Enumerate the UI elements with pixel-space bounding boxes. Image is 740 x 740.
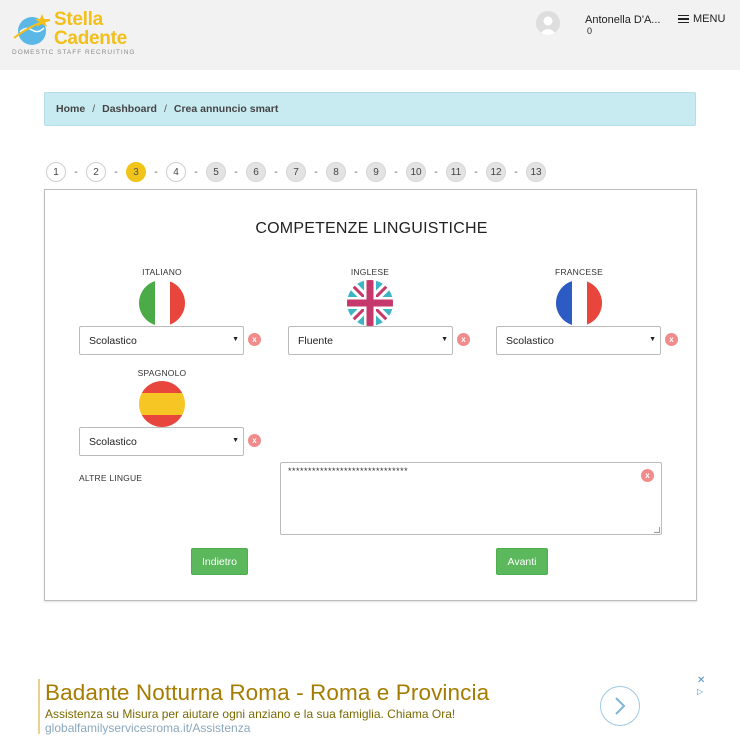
resize-grip-icon[interactable] (654, 527, 660, 533)
step-separator: - (354, 166, 358, 178)
breadcrumb: Home / Dashboard / Crea annuncio smart (44, 92, 696, 126)
logo[interactable]: Stella Cadente DOMESTIC STAFF RECRUITING (10, 8, 140, 60)
language-label-spanish: SPAGNOLO (137, 368, 187, 378)
step-5[interactable]: 5 (206, 162, 226, 182)
step-8[interactable]: 8 (326, 162, 346, 182)
step-13[interactable]: 13 (526, 162, 546, 182)
user-name[interactable]: Antonella D'A... (585, 14, 660, 26)
clear-english-button[interactable]: x (457, 333, 470, 346)
clear-other-languages-button[interactable]: x (641, 469, 654, 482)
dropdown-caret-icon: ▼ (232, 336, 239, 343)
step-1[interactable]: 1 (46, 162, 66, 182)
uk-flag-icon (347, 280, 393, 326)
step-4[interactable]: 4 (166, 162, 186, 182)
menu-label: MENU (693, 13, 726, 25)
ad-accent-line (38, 679, 40, 734)
language-skills-card: COMPETENZE LINGUISTICHE ITALIANO Scolast… (44, 189, 697, 601)
step-separator: - (74, 166, 78, 178)
advertisement-banner[interactable]: Badante Notturna Roma - Roma e Provincia… (36, 676, 716, 740)
step-separator: - (394, 166, 398, 178)
italian-level-select[interactable]: Scolastico ▼ (79, 326, 244, 355)
italy-flag-icon (139, 280, 185, 326)
step-separator: - (434, 166, 438, 178)
france-flag-icon (556, 280, 602, 326)
english-level-value: Fluente (298, 334, 334, 347)
breadcrumb-dashboard[interactable]: Dashboard (102, 103, 157, 115)
logo-line1: Stella (54, 9, 103, 30)
chevron-right-icon (615, 697, 626, 715)
step-6[interactable]: 6 (246, 162, 266, 182)
breadcrumb-separator: / (92, 103, 96, 115)
page-title: COMPETENZE LINGUISTICHE (255, 220, 488, 237)
step-separator: - (234, 166, 238, 178)
other-languages-textarea[interactable]: ****************************** (280, 462, 662, 535)
step-separator: - (154, 166, 158, 178)
wizard-steps: 1 - 2 - 3 - 4 - 5 - 6 - 7 - 8 - 9 - 10 -… (46, 162, 546, 182)
back-button[interactable]: Indietro (191, 548, 248, 575)
spanish-level-value: Scolastico (89, 435, 137, 448)
language-label-french: FRANCESE (555, 267, 603, 277)
clear-french-button[interactable]: x (665, 333, 678, 346)
dropdown-caret-icon: ▼ (441, 336, 448, 343)
step-3-current[interactable]: 3 (126, 162, 146, 182)
site-header: Stella Cadente DOMESTIC STAFF RECRUITING… (0, 0, 740, 70)
logo-tagline: DOMESTIC STAFF RECRUITING (12, 49, 136, 56)
logo-line2: Cadente (54, 28, 127, 49)
step-separator: - (114, 166, 118, 178)
ad-info-icon[interactable]: ▷ (697, 687, 707, 697)
french-level-value: Scolastico (506, 334, 554, 347)
step-12[interactable]: 12 (486, 162, 506, 182)
breadcrumb-current: Crea annuncio smart (173, 103, 279, 115)
step-separator: - (194, 166, 198, 178)
language-label-english: INGLESE (350, 267, 390, 277)
step-separator: - (514, 166, 518, 178)
english-level-select[interactable]: Fluente ▼ (288, 326, 453, 355)
ad-arrow-button[interactable] (600, 686, 640, 726)
other-languages-value: ****************************** (288, 466, 409, 476)
language-label-italian: ITALIANO (142, 267, 182, 277)
step-7[interactable]: 7 (286, 162, 306, 182)
step-11[interactable]: 11 (446, 162, 466, 182)
clear-italian-button[interactable]: x (248, 333, 261, 346)
step-separator: - (314, 166, 318, 178)
step-separator: - (474, 166, 478, 178)
logo-text: Stella Cadente (54, 10, 127, 48)
globe-star-logo-icon (13, 14, 51, 45)
hamburger-icon (678, 14, 689, 24)
breadcrumb-separator: / (163, 103, 167, 115)
step-separator: - (274, 166, 278, 178)
ad-title[interactable]: Badante Notturna Roma - Roma e Provincia (45, 680, 489, 706)
french-level-select[interactable]: Scolastico ▼ (496, 326, 661, 355)
spanish-level-select[interactable]: Scolastico ▼ (79, 427, 244, 456)
dropdown-caret-icon: ▼ (232, 437, 239, 444)
italian-level-value: Scolastico (89, 334, 137, 347)
dropdown-caret-icon: ▼ (649, 336, 656, 343)
step-9[interactable]: 9 (366, 162, 386, 182)
menu-button[interactable]: MENU (678, 13, 725, 25)
step-10[interactable]: 10 (406, 162, 426, 182)
ad-close-icon[interactable]: ✕ (697, 676, 707, 686)
spain-flag-icon (139, 381, 185, 427)
breadcrumb-home[interactable]: Home (56, 103, 85, 115)
other-languages-label: ALTRE LINGUE (79, 473, 143, 483)
ad-url[interactable]: globalfamilyservicesroma.it/Assistenza (45, 721, 250, 735)
user-silhouette-icon (539, 16, 557, 35)
ad-description: Assistenza su Misura per aiutare ogni an… (45, 707, 456, 721)
next-button[interactable]: Avanti (496, 548, 548, 575)
user-count: 0 (587, 26, 593, 36)
step-2[interactable]: 2 (86, 162, 106, 182)
user-avatar[interactable] (536, 11, 560, 35)
clear-spanish-button[interactable]: x (248, 434, 261, 447)
